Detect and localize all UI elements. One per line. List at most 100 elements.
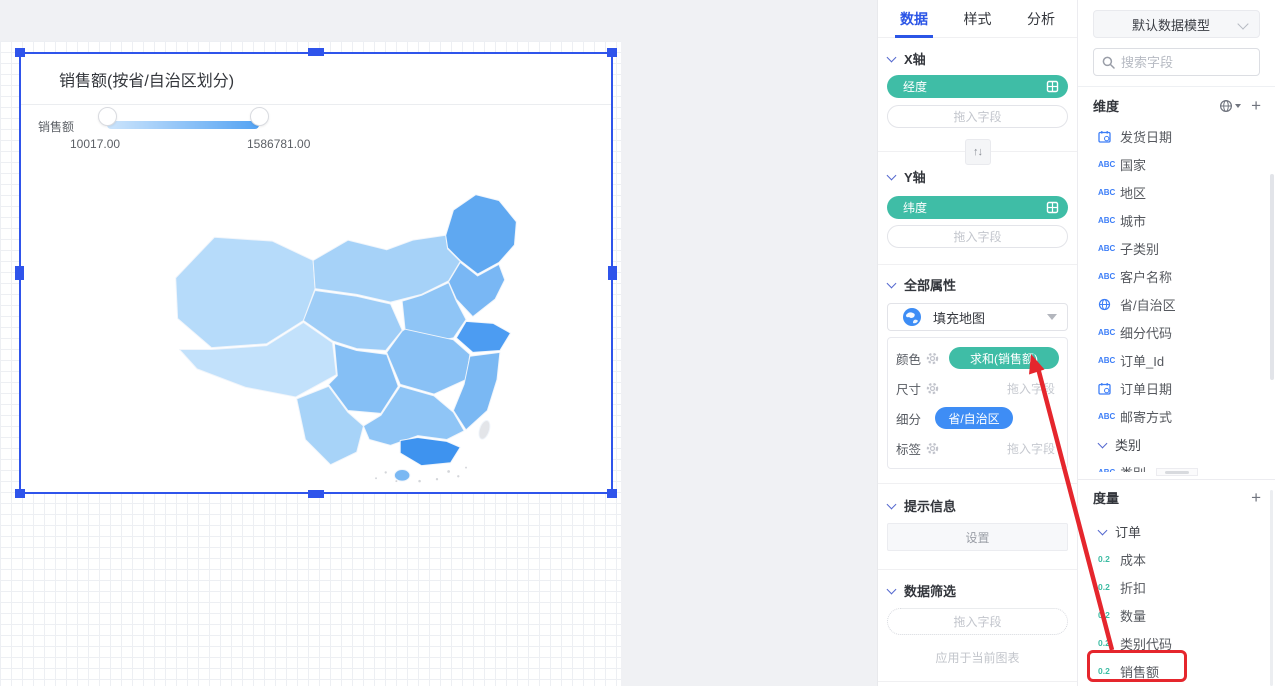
all-properties-section: 全部属性 填充地图 颜色 求和(销售额) <box>878 265 1077 483</box>
field-item-order-date[interactable]: 订单日期 <box>1078 374 1275 402</box>
field-item-quantity[interactable]: 0.2 数量 <box>1078 601 1275 629</box>
color-encoding-row: 颜色 求和(销售额) <box>896 343 1059 373</box>
tab-style[interactable]: 样式 <box>964 0 992 38</box>
tab-analysis[interactable]: 分析 <box>1027 0 1055 38</box>
scrollbar-thumb[interactable] <box>1165 471 1189 474</box>
chart-inspector-panel: 数据 样式 分析 X轴 经度 拖入字段 ↑↓ <box>877 0 1077 686</box>
field-label: 成本 <box>1120 550 1146 569</box>
size-encoding-row: 尺寸 拖入字段 <box>896 373 1059 403</box>
color-legend: 销售额 10017.00 1586781.00 <box>21 106 611 156</box>
chart-type-label: 填充地图 <box>933 308 1047 327</box>
text-type-icon: ABC <box>1098 216 1120 225</box>
legend-max-handle[interactable] <box>250 107 269 126</box>
gear-icon[interactable] <box>926 382 939 395</box>
field-item-country[interactable]: ABC 国家 <box>1078 150 1275 178</box>
data-filter-section: 数据筛选 拖入字段 应用于当前图表 <box>878 570 1077 681</box>
measures-title: 度量 <box>1093 488 1251 507</box>
data-filter-header[interactable]: 数据筛选 <box>887 581 1068 599</box>
field-search[interactable] <box>1093 48 1260 76</box>
resize-handle-top-left[interactable] <box>15 48 25 57</box>
x-axis-drop-zone[interactable]: 拖入字段 <box>887 105 1068 128</box>
field-item-province[interactable]: 省/自治区 <box>1078 290 1275 318</box>
calendar-icon <box>1098 130 1120 143</box>
horizontal-scrollbar[interactable] <box>1156 468 1198 476</box>
measure-group-order[interactable]: 订单 <box>1078 517 1275 545</box>
y-axis-drop-zone[interactable]: 拖入字段 <box>887 225 1068 248</box>
vertical-scrollbar-track[interactable] <box>1270 490 1273 686</box>
annotation-highlight-box <box>1087 650 1187 682</box>
size-drop-placeholder[interactable]: 拖入字段 <box>1007 380 1059 397</box>
data-model-select[interactable]: 默认数据模型 <box>1093 10 1260 38</box>
all-properties-header[interactable]: 全部属性 <box>887 275 1068 293</box>
globe-icon <box>1219 99 1233 113</box>
vertical-scrollbar-thumb[interactable] <box>1270 174 1274 380</box>
field-search-input[interactable] <box>1121 55 1251 70</box>
gear-icon[interactable] <box>926 442 939 455</box>
tooltip-section: 提示信息 设置 <box>878 484 1077 569</box>
province-guangdong <box>400 438 460 466</box>
color-field-pill[interactable]: 求和(销售额) <box>949 347 1059 369</box>
group-label: 订单 <box>1115 522 1141 541</box>
legend-gradient-track[interactable] <box>107 121 259 129</box>
field-item-ship-date[interactable]: 发货日期 <box>1078 122 1275 150</box>
legend-min-handle[interactable] <box>98 107 117 126</box>
x-axis-header[interactable]: X轴 <box>887 49 1068 67</box>
tooltip-settings-button[interactable]: 设置 <box>887 523 1068 551</box>
chart-type-select[interactable]: 填充地图 <box>887 303 1068 331</box>
text-type-icon: ABC <box>1098 188 1120 197</box>
filter-drop-zone[interactable]: 拖入字段 <box>887 608 1068 635</box>
x-axis-section: X轴 经度 拖入字段 <box>878 38 1077 128</box>
detail-field-pill[interactable]: 省/自治区 <box>935 407 1013 429</box>
province-shandong <box>456 321 510 352</box>
field-item-city[interactable]: ABC 城市 <box>1078 206 1275 234</box>
field-item-order-id[interactable]: ABC 订单_Id <box>1078 346 1275 374</box>
globe-icon <box>1098 298 1120 311</box>
axis-section-divider: ↑↓ <box>878 151 1077 152</box>
swap-axes-button[interactable]: ↑↓ <box>965 139 991 165</box>
resize-handle-bottom-left[interactable] <box>15 489 25 498</box>
field-item-segment-code[interactable]: ABC 细分代码 <box>1078 318 1275 346</box>
resize-handle-top-right[interactable] <box>607 48 617 57</box>
china-map[interactable] <box>152 185 542 485</box>
resize-handle-bottom-right[interactable] <box>607 489 617 498</box>
x-axis-field-pill[interactable]: 经度 <box>887 75 1068 98</box>
tab-data[interactable]: 数据 <box>900 0 928 38</box>
y-axis-section: Y轴 纬度 拖入字段 <box>878 152 1077 248</box>
add-measure-button[interactable]: + <box>1251 491 1261 505</box>
field-label: 发货日期 <box>1120 127 1172 146</box>
resize-handle-top-middle[interactable] <box>308 48 324 56</box>
resize-handle-bottom-middle[interactable] <box>308 490 324 498</box>
app-window: 销售额(按省/自治区划分) 销售额 10017.00 1586781.00 <box>0 0 1275 686</box>
y-axis-header[interactable]: Y轴 <box>887 167 1068 185</box>
caret-down-icon <box>1047 314 1057 320</box>
label-drop-placeholder[interactable]: 拖入字段 <box>1007 440 1059 457</box>
y-axis-field-pill[interactable]: 纬度 <box>887 196 1068 219</box>
text-type-icon: ABC <box>1098 328 1120 337</box>
field-item-cost[interactable]: 0.2 成本 <box>1078 545 1275 573</box>
field-item-region[interactable]: ABC 地区 <box>1078 178 1275 206</box>
geo-role-button[interactable] <box>1219 99 1241 113</box>
tooltip-header[interactable]: 提示信息 <box>887 496 1068 514</box>
resize-handle-middle-right[interactable] <box>608 266 617 280</box>
dimension-group-category[interactable]: 类别 <box>1078 430 1275 458</box>
dashboard-canvas[interactable]: 销售额(按省/自治区划分) 销售额 10017.00 1586781.00 <box>0 0 877 686</box>
field-item-subcategory[interactable]: ABC 子类别 <box>1078 234 1275 262</box>
field-item-discount[interactable]: 0.2 折扣 <box>1078 573 1275 601</box>
label-encoding-row: 标签 拖入字段 <box>896 433 1059 463</box>
gear-icon[interactable] <box>926 352 939 365</box>
field-item-ship-mode[interactable]: ABC 邮寄方式 <box>1078 402 1275 430</box>
field-item-customer-name[interactable]: ABC 客户名称 <box>1078 262 1275 290</box>
chevron-down-icon <box>887 54 896 63</box>
data-model-label: 默认数据模型 <box>1104 15 1238 34</box>
field-label: 数量 <box>1120 606 1146 625</box>
text-type-icon: ABC <box>1098 160 1120 169</box>
inspector-tabs: 数据 样式 分析 <box>878 0 1077 38</box>
resize-handle-middle-left[interactable] <box>15 266 24 280</box>
south-sea-islets <box>375 467 467 483</box>
dimensions-list: 发货日期 ABC 国家 ABC 地区 ABC 城市 ABC 子类别 ABC 客户… <box>1078 122 1275 472</box>
field-label: 地区 <box>1120 183 1146 202</box>
detail-label: 细分 <box>896 409 921 428</box>
chart-card-selected[interactable]: 销售额(按省/自治区划分) 销售额 10017.00 1586781.00 <box>19 52 613 494</box>
add-dimension-button[interactable]: + <box>1251 99 1261 113</box>
field-label: 子类别 <box>1120 239 1159 258</box>
